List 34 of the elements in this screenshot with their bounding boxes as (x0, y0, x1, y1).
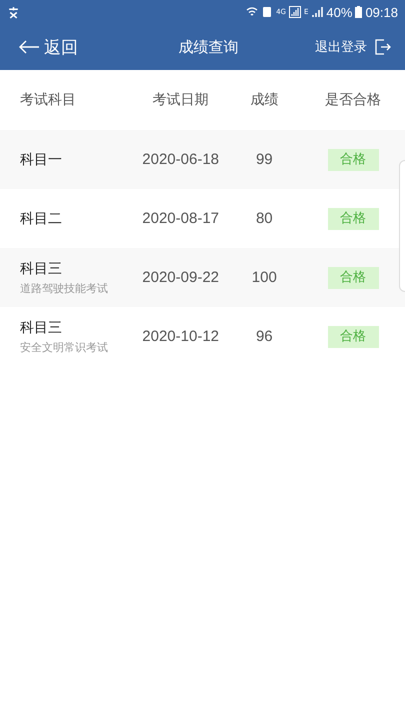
column-header: 考试日期 (152, 91, 210, 109)
column-header: 考试科目 (19, 91, 77, 109)
exam-date: 2020-08-17 (141, 210, 220, 227)
logout-icon (375, 39, 391, 55)
back-button[interactable]: 返回 (18, 36, 78, 58)
clock: 09:18 (365, 4, 398, 20)
page-title: 成绩查询 (178, 38, 238, 56)
battery-percent: 40% (326, 4, 352, 20)
exam-date: 2020-06-18 (141, 151, 220, 168)
sim-icon (261, 6, 274, 18)
result-badge: 合格 (328, 208, 379, 230)
subject-detail: 道路驾驶技能考试 (20, 280, 109, 296)
subject-name: 科目三 (20, 260, 63, 278)
result-badge: 合格 (328, 148, 379, 170)
column-header: 成绩 (249, 91, 280, 109)
score: 100 (250, 269, 278, 286)
result-badge: 合格 (328, 266, 379, 288)
score: 96 (254, 328, 274, 345)
back-arrow-icon (18, 40, 40, 54)
result-badge: 合格 (328, 326, 379, 348)
signal-icon (311, 6, 324, 18)
column-header: 是否合格 (324, 91, 382, 109)
score: 80 (254, 210, 274, 227)
exam-date: 2020-09-22 (141, 269, 220, 286)
wifi-icon (246, 6, 258, 18)
subject-detail: 安全文明常识考试 (20, 340, 109, 354)
subject-name: 科目二 (20, 210, 63, 228)
logout-button[interactable]: 退出登录 (315, 38, 391, 56)
exam-date: 2020-10-12 (141, 328, 220, 345)
subject-name: 科目三 (20, 318, 63, 336)
battery-icon (355, 6, 362, 18)
subject-name: 科目一 (20, 150, 63, 168)
signal-icon (288, 6, 301, 18)
score: 99 (254, 151, 274, 168)
